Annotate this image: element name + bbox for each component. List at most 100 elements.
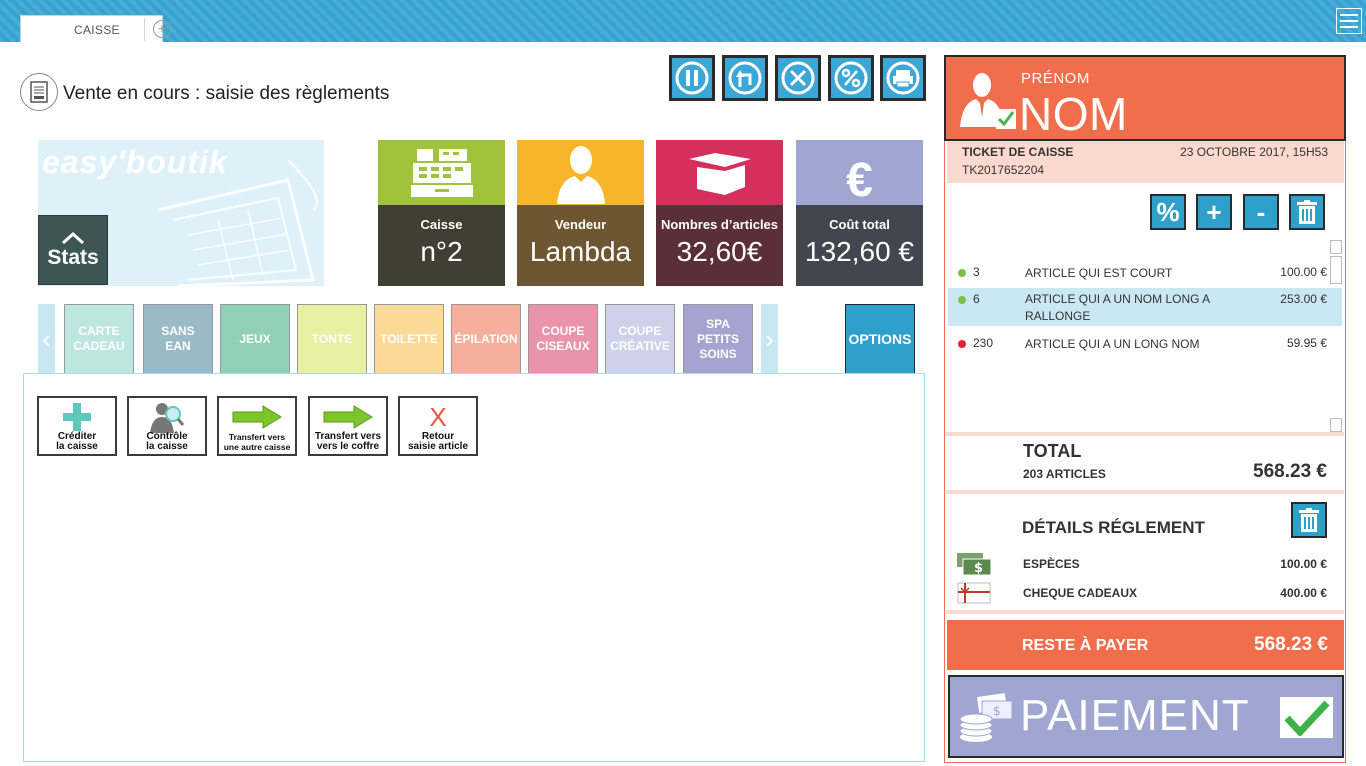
tile-cout-label: Coût total bbox=[829, 217, 890, 232]
plus-icon bbox=[63, 403, 91, 431]
line-name: ARTICLE QUI A UN LONG NOM bbox=[1025, 337, 1200, 351]
return-icon bbox=[728, 61, 762, 95]
print-button[interactable] bbox=[880, 55, 926, 101]
scroll-down-button[interactable] bbox=[1330, 418, 1342, 432]
line-qty: 230 bbox=[973, 336, 994, 350]
ticket-id: TK2017652204 bbox=[962, 163, 1045, 177]
svg-text:$: $ bbox=[974, 561, 983, 575]
tile-vendeur-label: Vendeur bbox=[554, 217, 607, 232]
tile-vendeur: Vendeur Lambda bbox=[517, 140, 644, 286]
payment-name: CHEQUE CADEAUX bbox=[1023, 586, 1138, 600]
seller-avatar-icon bbox=[960, 73, 1016, 129]
pause-button[interactable] bbox=[669, 55, 715, 101]
ticket-header: TICKET DE CAISSE 23 OCTOBRE 2017, 15H53 … bbox=[947, 141, 1344, 183]
fn-label-line1: Transfert vers bbox=[228, 432, 286, 442]
tile-vendeur-value: Lambda bbox=[529, 236, 632, 267]
checkmark-icon bbox=[1280, 697, 1333, 738]
category-toilette[interactable]: TOILETTE bbox=[374, 304, 444, 374]
stats-button[interactable]: Stats bbox=[38, 215, 108, 285]
line-price: 100.00 € bbox=[1280, 265, 1327, 279]
ticket-line[interactable]: 3 ARTICLE QUI EST COURT 100.00 € bbox=[948, 262, 1342, 288]
discount-button[interactable] bbox=[828, 55, 874, 101]
arrow-right-icon bbox=[323, 405, 373, 429]
arrow-right-icon bbox=[232, 405, 282, 429]
increase-qty-button[interactable]: + bbox=[1196, 194, 1232, 230]
euro-icon: € bbox=[796, 140, 923, 207]
scroll-up-button[interactable] bbox=[1330, 240, 1342, 254]
ticket-line-selected[interactable]: 6 ARTICLE QUI A UN NOM LONG A RALLONGE 2… bbox=[948, 288, 1342, 326]
fn-label-line2: une autre caisse bbox=[223, 442, 291, 452]
line-discount-button[interactable]: % bbox=[1150, 194, 1186, 230]
back-to-article-button[interactable]: X Retour saisie article bbox=[398, 396, 478, 456]
category-jeux[interactable]: JEUX bbox=[220, 304, 290, 374]
category-prev-arrow-icon[interactable]: ‹ bbox=[38, 304, 55, 374]
credit-register-button[interactable]: Créditer la caisse bbox=[37, 396, 117, 456]
tab-caisse[interactable]: CAISSE + bbox=[20, 15, 171, 42]
return-button[interactable] bbox=[722, 55, 768, 101]
remaining-to-pay: RESTE À PAYER 568.23 € bbox=[947, 620, 1344, 670]
tile-caisse: Caisse n°2 bbox=[378, 140, 505, 286]
percent-icon: % bbox=[1152, 196, 1184, 228]
category-coupe-creative[interactable]: COUPE CRÉATIVE bbox=[605, 304, 675, 374]
divider bbox=[946, 490, 1344, 494]
control-register-button[interactable]: Contrôle la caisse bbox=[127, 396, 207, 456]
svg-text:$: $ bbox=[993, 704, 1001, 718]
category-coupe-ciseaux[interactable]: COUPE CISEAUX bbox=[528, 304, 598, 374]
status-dot bbox=[958, 340, 966, 348]
cancel-button[interactable] bbox=[775, 55, 821, 101]
payment-amount: 100.00 € bbox=[1280, 557, 1327, 571]
page-title: Vente en cours : saisie des règlements bbox=[63, 83, 390, 104]
x-icon: X bbox=[429, 402, 447, 432]
open-box-icon bbox=[656, 140, 783, 205]
menu-icon[interactable] bbox=[1336, 8, 1362, 34]
status-dot bbox=[958, 296, 966, 304]
payment-line[interactable]: $ ESPÈCES 100.00 € bbox=[948, 553, 1342, 577]
seller-firstname: PRÉNOM bbox=[1021, 70, 1090, 87]
cash-register-icon bbox=[378, 140, 505, 205]
delete-line-button[interactable] bbox=[1289, 194, 1325, 230]
plus-icon: + bbox=[1198, 196, 1230, 228]
minus-icon: - bbox=[1245, 196, 1277, 228]
trash-icon bbox=[1299, 508, 1319, 532]
top-bar: CAISSE + bbox=[0, 0, 1366, 42]
line-name: ARTICLE QUI EST COURT bbox=[1025, 266, 1173, 280]
delete-payment-button[interactable] bbox=[1291, 502, 1327, 538]
remaining-amount: 568.23 € bbox=[1254, 634, 1328, 655]
trash-icon bbox=[1297, 200, 1317, 224]
stats-label: Stats bbox=[47, 246, 99, 269]
line-qty: 6 bbox=[973, 292, 980, 306]
scrollbar-thumb[interactable] bbox=[1330, 256, 1342, 284]
category-sans-ean[interactable]: SANS EAN bbox=[143, 304, 213, 374]
decrease-qty-button[interactable]: - bbox=[1243, 194, 1279, 230]
options-button[interactable]: OPTIONS bbox=[845, 304, 915, 374]
seller-lastname: NOM bbox=[1019, 88, 1128, 140]
inspector-icon bbox=[150, 403, 184, 433]
coins-banknotes-icon: $ bbox=[959, 693, 1013, 742]
tile-caisse-label: Caisse bbox=[420, 217, 463, 232]
payment-amount: 400.00 € bbox=[1280, 586, 1327, 600]
tile-caisse-value: n°2 bbox=[420, 236, 463, 267]
fn-label-line2: la caisse bbox=[146, 441, 188, 452]
chevron-up-icon bbox=[61, 232, 85, 244]
category-next-arrow-icon[interactable]: › bbox=[761, 304, 778, 374]
category-tonte[interactable]: TONTE bbox=[297, 304, 367, 374]
ticket-date: 23 OCTOBRE 2017, 15H53 bbox=[1180, 145, 1328, 159]
transfer-register-button[interactable]: Transfert vers une autre caisse bbox=[217, 396, 297, 456]
fn-label-line2: vers le coffre bbox=[316, 441, 380, 452]
category-spa-petits-soins[interactable]: SPA PETITS SOINS bbox=[683, 304, 753, 374]
tile-articles-value: 32,60€ bbox=[676, 236, 763, 267]
total-amount: 568.23 € bbox=[1253, 461, 1327, 482]
status-dot bbox=[958, 269, 966, 277]
ticket-line[interactable]: 230 ARTICLE QUI A UN LONG NOM 59.95 € bbox=[948, 333, 1342, 359]
category-epilation[interactable]: ÉPILATION bbox=[451, 304, 521, 374]
category-carte-cadeau[interactable]: CARTE CADEAU bbox=[64, 304, 134, 374]
payment-line[interactable]: CHEQUE CADEAUX 400.00 € bbox=[948, 582, 1342, 606]
tab-divider bbox=[144, 18, 145, 41]
payment-button[interactable]: $ PAIEMENT bbox=[948, 675, 1344, 758]
fn-label-line2: la caisse bbox=[56, 441, 98, 452]
transfer-safe-button[interactable]: Transfert vers vers le coffre bbox=[308, 396, 388, 456]
total-article-count: 203 ARTICLES bbox=[1023, 467, 1106, 481]
printer-icon bbox=[886, 61, 920, 95]
add-tab-icon[interactable]: + bbox=[153, 20, 171, 38]
tile-cout-total: € Coût total 132,60 € bbox=[796, 140, 923, 286]
